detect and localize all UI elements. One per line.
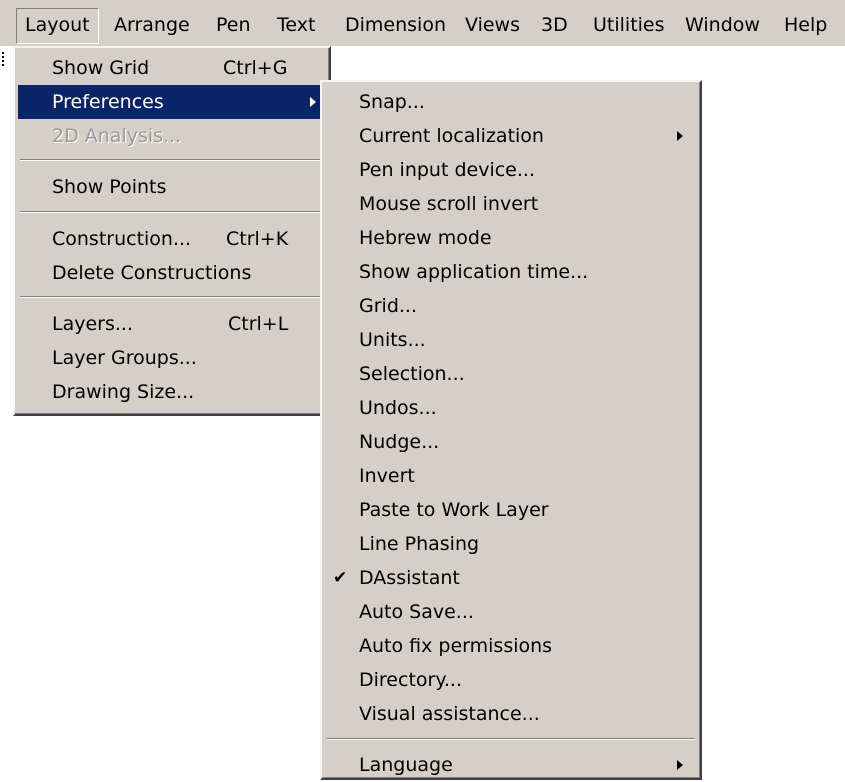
menu-item-directory[interactable]: Directory... bbox=[325, 663, 697, 697]
menu-3d[interactable]: 3D bbox=[533, 8, 576, 42]
menu-item-label: Preferences bbox=[52, 91, 164, 113]
menu-item-paste-to-work-layer[interactable]: Paste to Work Layer bbox=[325, 493, 697, 527]
menu-item-delete-constructions[interactable]: Delete Constructions bbox=[18, 256, 326, 290]
menu-item-label: Visual assistance... bbox=[359, 703, 540, 725]
menu-window[interactable]: Window bbox=[677, 8, 768, 42]
checkmark-icon: ✔ bbox=[333, 568, 348, 588]
menu-item-label: Undos... bbox=[359, 397, 437, 419]
menu-item-label: Show Points bbox=[52, 176, 167, 198]
toolbar-grip bbox=[2, 52, 7, 66]
menu-item-label: Construction... bbox=[52, 228, 192, 250]
menu-item-mouse-scroll-invert[interactable]: Mouse scroll invert bbox=[325, 187, 697, 221]
menu-item-selection[interactable]: Selection... bbox=[325, 357, 697, 391]
menu-item-invert[interactable]: Invert bbox=[325, 459, 697, 493]
shortcut-label: Ctrl+G bbox=[223, 57, 288, 79]
menu-item-snap[interactable]: Snap... bbox=[325, 85, 697, 119]
menu-item-label: Layers... bbox=[52, 313, 133, 335]
menu-item-show-grid[interactable]: Show Grid Ctrl+G bbox=[18, 51, 326, 85]
menu-help[interactable]: Help bbox=[776, 8, 835, 42]
menu-item-label: Delete Constructions bbox=[52, 262, 252, 284]
menu-item-nudge[interactable]: Nudge... bbox=[325, 425, 697, 459]
menu-item-label: Snap... bbox=[359, 91, 425, 113]
menu-item-show-points[interactable]: Show Points bbox=[18, 170, 326, 204]
menu-separator bbox=[20, 296, 324, 298]
menu-text[interactable]: Text bbox=[269, 8, 323, 42]
menu-item-2d-analysis: 2D Analysis... bbox=[18, 119, 326, 153]
menu-bar: Layout Arrange Pen Text Dimension Views … bbox=[0, 0, 845, 46]
menu-item-label: Hebrew mode bbox=[359, 227, 492, 249]
menu-item-label: Nudge... bbox=[359, 431, 440, 453]
menu-item-dassistant[interactable]: ✔ DAssistant bbox=[325, 561, 697, 595]
menu-item-language[interactable]: Language bbox=[325, 748, 697, 782]
menu-item-hebrew-mode[interactable]: Hebrew mode bbox=[325, 221, 697, 255]
menu-item-label: Units... bbox=[359, 329, 426, 351]
shortcut-label: Ctrl+K bbox=[226, 228, 289, 250]
menu-item-pen-input-device[interactable]: Pen input device... bbox=[325, 153, 697, 187]
menu-item-label: Auto Save... bbox=[359, 601, 474, 623]
submenu-arrow-icon bbox=[677, 760, 683, 770]
menu-item-label: Show application time... bbox=[359, 261, 589, 283]
menu-item-auto-fix-permissions[interactable]: Auto fix permissions bbox=[325, 629, 697, 663]
menu-item-drawing-size[interactable]: Drawing Size... bbox=[18, 375, 326, 409]
menu-item-grid[interactable]: Grid... bbox=[325, 289, 697, 323]
menu-item-label: DAssistant bbox=[359, 567, 460, 589]
menu-item-label: Show Grid bbox=[52, 57, 150, 79]
menu-item-label: Grid... bbox=[359, 295, 417, 317]
menu-item-units[interactable]: Units... bbox=[325, 323, 697, 357]
menu-separator bbox=[20, 159, 324, 161]
menu-item-label: Pen input device... bbox=[359, 159, 535, 181]
menu-item-undos[interactable]: Undos... bbox=[325, 391, 697, 425]
menu-item-label: Auto fix permissions bbox=[359, 635, 553, 657]
menu-item-label: Current localization bbox=[359, 125, 544, 147]
menu-item-label: Drawing Size... bbox=[52, 381, 195, 403]
menu-item-line-phasing[interactable]: Line Phasing bbox=[325, 527, 697, 561]
submenu-arrow-icon bbox=[677, 131, 683, 141]
submenu-arrow-icon bbox=[310, 97, 316, 107]
menu-item-label: Invert bbox=[359, 465, 415, 487]
menu-separator bbox=[327, 738, 695, 740]
menu-layout[interactable]: Layout bbox=[16, 8, 99, 44]
menu-item-layer-groups[interactable]: Layer Groups... bbox=[18, 341, 326, 375]
menu-views[interactable]: Views bbox=[457, 8, 528, 42]
menu-item-show-application-time[interactable]: Show application time... bbox=[325, 255, 697, 289]
menu-item-label: Layer Groups... bbox=[52, 347, 197, 369]
menu-item-label: Selection... bbox=[359, 363, 465, 385]
menu-item-layers[interactable]: Layers... Ctrl+L bbox=[18, 307, 326, 341]
menu-pen[interactable]: Pen bbox=[208, 8, 259, 42]
menu-utilities[interactable]: Utilities bbox=[585, 8, 673, 42]
menu-separator bbox=[20, 211, 324, 213]
menu-item-label: Mouse scroll invert bbox=[359, 193, 539, 215]
preferences-submenu: Snap... Current localization Pen input d… bbox=[320, 80, 702, 780]
layout-dropdown-menu: Show Grid Ctrl+G Preferences 2D Analysis… bbox=[13, 46, 331, 416]
menu-item-construction[interactable]: Construction... Ctrl+K bbox=[18, 222, 326, 256]
menu-item-visual-assistance[interactable]: Visual assistance... bbox=[325, 697, 697, 731]
shortcut-label: Ctrl+L bbox=[228, 313, 289, 335]
menu-item-label: Paste to Work Layer bbox=[359, 499, 549, 521]
menu-item-label: Line Phasing bbox=[359, 533, 480, 555]
menu-dimension[interactable]: Dimension bbox=[337, 8, 454, 42]
menu-item-label: Language bbox=[359, 754, 453, 776]
menu-item-preferences[interactable]: Preferences bbox=[18, 85, 326, 119]
menu-item-label: 2D Analysis... bbox=[52, 125, 182, 147]
menu-item-label: Directory... bbox=[359, 669, 462, 691]
menu-item-auto-save[interactable]: Auto Save... bbox=[325, 595, 697, 629]
menu-item-current-localization[interactable]: Current localization bbox=[325, 119, 697, 153]
menu-arrange[interactable]: Arrange bbox=[106, 8, 198, 42]
